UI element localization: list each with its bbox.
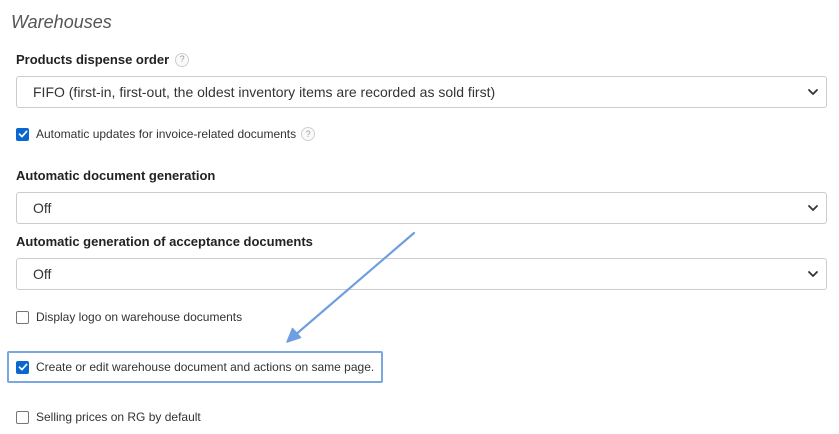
chevron-down-icon	[806, 267, 820, 281]
auto-doc-generation-label: Automatic document generation	[16, 168, 215, 183]
auto-updates-row: Automatic updates for invoice-related do…	[16, 127, 316, 141]
section-title: Warehouses	[11, 12, 112, 32]
dispense-order-selected-value: FIFO (first-in, first-out, the oldest in…	[33, 84, 496, 100]
display-logo-checkbox[interactable]	[16, 310, 29, 324]
chevron-down-icon	[806, 85, 820, 99]
dispense-order-label-text: Products dispense order	[16, 52, 170, 67]
checkmark-icon	[18, 363, 27, 371]
selling-prices-label: Selling prices on RG by default	[36, 410, 201, 424]
dispense-order-select[interactable]: FIFO (first-in, first-out, the oldest in…	[16, 76, 827, 108]
warehouse-settings-page: Warehouses Products dispense order ? FIF…	[0, 0, 839, 434]
same-page-edit-row: Create or edit warehouse document and ac…	[16, 360, 374, 374]
auto-doc-generation-selected-value: Off	[33, 200, 52, 216]
question-circle-icon[interactable]: ?	[175, 52, 190, 67]
display-logo-label: Display logo on warehouse documents	[36, 310, 243, 324]
auto-doc-generation-label-text: Automatic document generation	[16, 168, 216, 183]
checkmark-icon	[18, 130, 27, 138]
auto-doc-generation-select[interactable]: Off	[16, 192, 827, 224]
dispense-order-label: Products dispense order ?	[16, 52, 190, 67]
selling-prices-row: Selling prices on RG by default	[16, 410, 201, 424]
question-circle-icon[interactable]: ?	[301, 127, 316, 141]
display-logo-row: Display logo on warehouse documents	[16, 310, 242, 324]
auto-acceptance-label: Automatic generation of acceptance docum…	[16, 234, 313, 249]
auto-updates-checkbox[interactable]	[16, 127, 29, 141]
auto-acceptance-label-text: Automatic generation of acceptance docum…	[16, 234, 313, 249]
auto-acceptance-selected-value: Off	[33, 266, 52, 282]
same-page-edit-checkbox[interactable]	[16, 360, 29, 374]
chevron-down-icon	[806, 201, 820, 215]
auto-acceptance-select[interactable]: Off	[16, 258, 827, 290]
same-page-edit-label: Create or edit warehouse document and ac…	[36, 360, 375, 374]
selling-prices-checkbox[interactable]	[16, 410, 29, 424]
auto-updates-label: Automatic updates for invoice-related do…	[36, 127, 297, 141]
